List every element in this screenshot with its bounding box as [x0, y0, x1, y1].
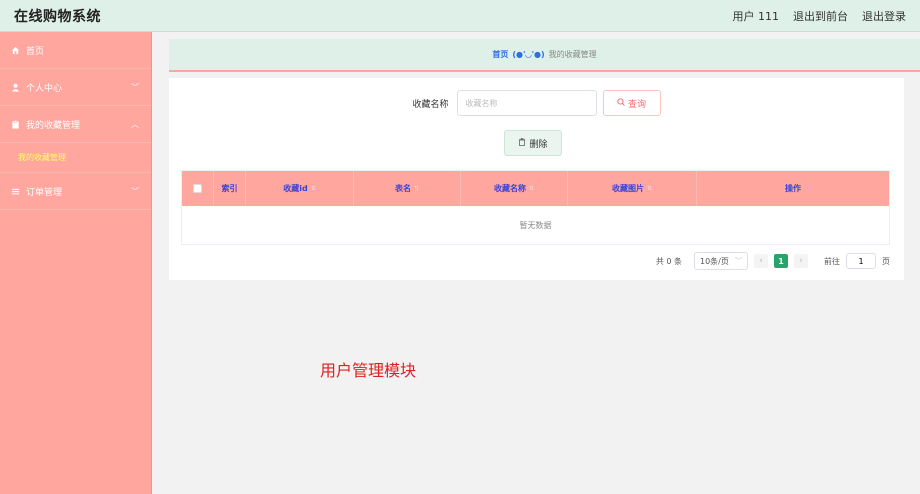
- column-header-label: 收藏名称: [493, 184, 526, 193]
- column-header-label: 操作: [785, 184, 801, 193]
- breadcrumb-current: 我的收藏管理: [548, 50, 597, 59]
- module-annotation: 用户管理模块: [320, 361, 417, 380]
- pagination-total: 共 0 条: [655, 256, 682, 266]
- breadcrumb-home[interactable]: 首页: [492, 49, 508, 60]
- chevron-down-icon: ﹀: [735, 257, 742, 265]
- search-input[interactable]: [456, 90, 597, 116]
- pagination: 共 0 条 10条/页 ﹀ ‹ 1 › 前往 页: [656, 252, 890, 270]
- sidebar-item-label: 订单管理: [26, 187, 63, 198]
- logout-link[interactable]: 退出登录: [862, 8, 906, 24]
- chevron-down-icon: ﹀: [131, 82, 139, 92]
- column-header-favorite-name[interactable]: 收藏名称 ⇅: [461, 171, 568, 206]
- breadcrumb-emoticon: (●'◡'●): [512, 50, 545, 59]
- sidebar-item-personal-center[interactable]: 个人中心 ﹀: [0, 69, 151, 106]
- next-page-button[interactable]: ›: [794, 254, 808, 268]
- user-label[interactable]: 用户 111: [733, 8, 780, 24]
- goto-prefix-label: 前往: [824, 256, 840, 266]
- sidebar-item-label: 首页: [26, 46, 45, 57]
- search-icon: [617, 97, 625, 109]
- column-header-actions: 操作: [697, 171, 889, 206]
- search-label: 收藏名称: [412, 99, 449, 110]
- table-header: 索引 收藏id ⇅ 表名 ⇅ 收藏名称 ⇅ 收藏图片 ⇅ 操作: [182, 171, 889, 206]
- user-icon: [10, 82, 20, 92]
- select-all-checkbox[interactable]: [193, 184, 202, 193]
- sidebar-item-orders[interactable]: 订单管理 ﹀: [0, 173, 151, 210]
- favorites-table: 索引 收藏id ⇅ 表名 ⇅ 收藏名称 ⇅ 收藏图片 ⇅ 操作 暂无数据: [181, 170, 890, 245]
- main-content: 首页 (●'◡'●) 我的收藏管理 收藏名称 查询 删除: [153, 32, 920, 494]
- column-header-label: 表名: [394, 184, 411, 193]
- search-row: 收藏名称 查询: [169, 90, 904, 116]
- list-icon: [10, 186, 20, 196]
- chevron-down-icon: ﹀: [131, 186, 139, 196]
- prev-page-button[interactable]: ‹: [754, 254, 768, 268]
- column-header-favorite-id[interactable]: 收藏id ⇅: [246, 171, 354, 206]
- goto-page-input[interactable]: [846, 253, 876, 269]
- search-button-label: 查询: [627, 99, 646, 110]
- sort-icon[interactable]: ⇅: [311, 185, 316, 192]
- list-card: 收藏名称 查询 删除 索引: [169, 78, 904, 280]
- clipboard-icon: [10, 119, 20, 129]
- goto-suffix-label: 页: [882, 256, 890, 266]
- sidebar-item-home[interactable]: 首页: [0, 32, 151, 69]
- chevron-up-icon: ︿: [131, 119, 139, 129]
- trash-icon: [518, 137, 526, 149]
- table-empty-state: 暂无数据: [182, 206, 889, 244]
- home-icon: [10, 45, 20, 55]
- back-to-front-link[interactable]: 退出到前台: [793, 8, 848, 24]
- column-header-label: 索引: [221, 184, 238, 193]
- delete-button-label: 删除: [529, 139, 548, 150]
- sort-icon[interactable]: ⇅: [414, 185, 419, 192]
- column-header-favorite-image[interactable]: 收藏图片 ⇅: [568, 171, 697, 206]
- breadcrumb: 首页 (●'◡'●) 我的收藏管理: [169, 39, 920, 72]
- app-title: 在线购物系统: [14, 8, 101, 25]
- sidebar-item-label: 我的收藏管理: [26, 120, 81, 131]
- sidebar: 首页 个人中心 ﹀ 我的收藏管理 ︿ 我的收藏管理 订单管理 ﹀: [0, 32, 152, 494]
- column-header-label: 收藏id: [283, 184, 308, 193]
- column-header-index: 索引: [214, 171, 246, 206]
- column-header-label: 收藏图片: [611, 184, 644, 193]
- column-header-table-name[interactable]: 表名 ⇅: [354, 171, 461, 206]
- sidebar-item-label: 个人中心: [26, 83, 63, 94]
- page-number-active[interactable]: 1: [774, 254, 788, 268]
- delete-button[interactable]: 删除: [504, 130, 562, 156]
- sidebar-subitem-favorites[interactable]: 我的收藏管理: [0, 143, 151, 173]
- top-bar: 在线购物系统 用户 111 退出到前台 退出登录: [0, 0, 920, 32]
- search-button[interactable]: 查询: [602, 90, 661, 116]
- sort-icon[interactable]: ⇅: [529, 185, 534, 192]
- sort-icon[interactable]: ⇅: [647, 185, 652, 192]
- select-all-cell: [182, 171, 214, 206]
- sidebar-item-favorites[interactable]: 我的收藏管理 ︿: [0, 106, 151, 143]
- page-size-select[interactable]: 10条/页 ﹀: [694, 252, 748, 270]
- page-size-value: 10条/页: [700, 256, 729, 266]
- top-actions: 用户 111 退出到前台 退出登录: [733, 8, 907, 24]
